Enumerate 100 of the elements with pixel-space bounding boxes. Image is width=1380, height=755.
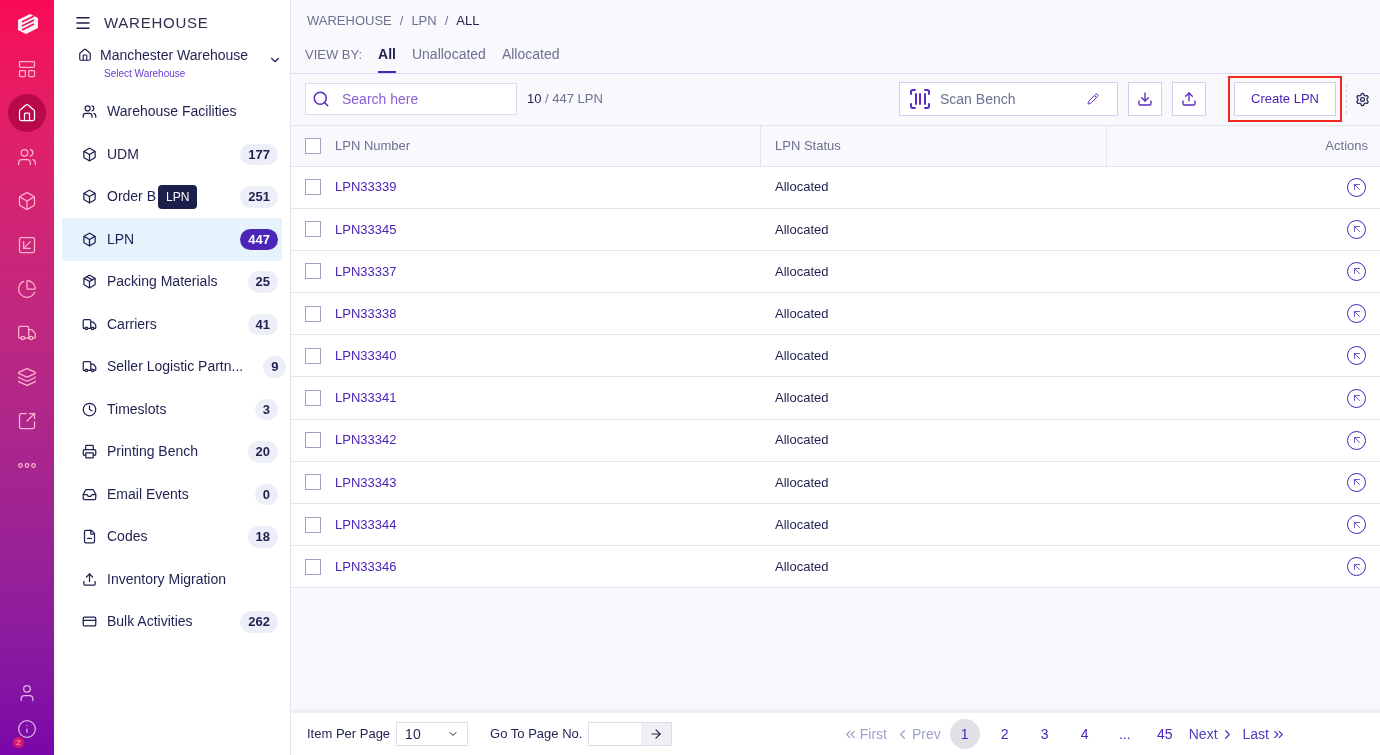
breadcrumb-item[interactable]: WAREHOUSE <box>307 11 392 31</box>
page-button[interactable]: 4 <box>1069 719 1100 749</box>
checkbox[interactable] <box>305 305 321 322</box>
settings-icon[interactable] <box>1355 91 1370 107</box>
page-button[interactable]: 2 <box>989 719 1020 749</box>
checkbox[interactable] <box>305 558 321 575</box>
search-input[interactable]: Search here <box>342 88 492 110</box>
count-badge: 447 <box>240 228 278 250</box>
nav-item[interactable]: Warehouse Facilities <box>62 90 282 133</box>
count-badge: 3 <box>254 398 278 420</box>
upload-icon <box>82 571 97 587</box>
nav-item[interactable]: Timeslots 3 <box>62 388 282 431</box>
goto-label: Go To Page No. <box>490 725 583 744</box>
more-icon <box>18 462 36 468</box>
status-cell-text: Allocated <box>775 473 829 492</box>
view-tab[interactable]: Allocated <box>501 43 560 73</box>
breadcrumb-item[interactable]: LPN <box>411 11 437 31</box>
nav-item[interactable]: Email Events 0 <box>62 473 282 516</box>
count-badge: 18 <box>247 526 278 548</box>
lpn-link[interactable]: LPN33342 <box>335 430 397 450</box>
checkbox[interactable] <box>305 516 321 533</box>
column-header: Actions <box>1324 136 1369 155</box>
nav-item[interactable]: Order B LPN 251 <box>62 175 282 218</box>
status-cell-text: Allocated <box>775 431 829 450</box>
next-page-button[interactable]: Next <box>1188 723 1235 745</box>
last-page-button[interactable]: Last <box>1242 723 1286 745</box>
nav-item[interactable]: Packing Materials 25 <box>62 260 282 303</box>
go-button[interactable] <box>641 723 672 745</box>
info-icon <box>17 719 37 739</box>
lpn-link[interactable]: LPN33340 <box>335 346 397 366</box>
box-icon <box>17 191 37 211</box>
scan-bench-field[interactable]: Scan Bench <box>899 82 1118 116</box>
checkbox[interactable] <box>305 137 321 154</box>
barcode-icon <box>908 87 932 111</box>
breadcrumb-separator: / <box>444 12 449 30</box>
count-badge: 177 <box>240 143 278 165</box>
checkbox[interactable] <box>305 221 321 238</box>
page-button[interactable]: 1 <box>949 719 980 749</box>
count-badge: 251 <box>240 186 278 208</box>
lpn-link[interactable]: LPN33345 <box>335 219 397 240</box>
total-count: / 447 LPN <box>545 91 603 107</box>
search-field[interactable]: Search here <box>305 83 517 115</box>
page-button[interactable]: 45 <box>1149 719 1180 749</box>
clock-icon <box>82 401 97 417</box>
count-badge: 0 <box>254 483 278 505</box>
per-page-label: Item Per Page <box>307 725 391 744</box>
count-badge: 262 <box>240 611 278 633</box>
nav-item[interactable]: LPN 447 <box>62 218 282 261</box>
rail-button[interactable] <box>17 719 37 739</box>
checkbox[interactable] <box>305 474 321 491</box>
page-button[interactable]: ... <box>1109 719 1140 749</box>
home-icon <box>78 47 92 62</box>
warehouse-name: Manchester Warehouse <box>100 45 250 65</box>
lpn-link[interactable]: LPN33337 <box>335 261 397 282</box>
tooltip: LPN <box>158 184 198 209</box>
nav-item[interactable]: Printing Bench 20 <box>62 430 282 473</box>
pencil-icon <box>1087 93 1099 105</box>
arrow-square-icon <box>17 235 37 255</box>
checkbox[interactable] <box>305 390 321 407</box>
nav-item[interactable]: UDM 177 <box>62 133 282 176</box>
layers-icon <box>17 367 37 387</box>
lpn-link[interactable]: LPN33341 <box>335 388 397 408</box>
lpn-link[interactable]: LPN33339 <box>335 177 397 197</box>
nav-item[interactable]: Bulk Activities 262 <box>62 600 282 643</box>
status-cell-text: Allocated <box>775 389 829 408</box>
upload-button[interactable] <box>1172 82 1206 116</box>
view-tab[interactable]: Unallocated <box>411 43 486 73</box>
nav-item[interactable]: Codes 18 <box>62 515 282 558</box>
external-link-icon <box>17 411 37 431</box>
breadcrumb-item: ALL <box>456 12 480 30</box>
lpn-link[interactable]: LPN33344 <box>335 514 397 535</box>
nav-item[interactable]: Carriers 41 <box>62 303 282 346</box>
download-button[interactable] <box>1128 82 1162 116</box>
inbox-icon <box>82 486 97 502</box>
lpn-link[interactable]: LPN33338 <box>335 303 397 324</box>
checkbox[interactable] <box>305 263 321 280</box>
truck-icon <box>17 323 37 343</box>
status-cell-text: Allocated <box>775 558 829 577</box>
box-icon <box>82 146 97 162</box>
per-page-select[interactable]: 10 <box>396 722 469 746</box>
view-tab[interactable]: All <box>378 43 396 73</box>
page-button[interactable]: 3 <box>1029 719 1060 749</box>
nav-item[interactable]: Inventory Migration <box>62 558 282 601</box>
checkbox[interactable] <box>305 432 321 449</box>
package-icon <box>82 274 97 290</box>
users-icon <box>17 147 37 167</box>
lpn-link[interactable]: LPN33346 <box>335 557 397 577</box>
column-title: LPN Number <box>335 136 411 155</box>
rail-button[interactable] <box>8 94 46 132</box>
checkbox[interactable] <box>305 347 321 364</box>
status-cell-text: Allocated <box>775 347 829 366</box>
create-lpn-button[interactable]: Create LPN <box>1234 82 1336 116</box>
status-cell-text: Allocated <box>775 220 829 239</box>
lpn-link[interactable]: LPN33343 <box>335 472 397 493</box>
box-icon <box>82 189 97 205</box>
search-icon <box>312 90 330 108</box>
page-number-field[interactable] <box>588 722 673 746</box>
section-title: WAREHOUSE <box>104 13 209 33</box>
warehouse-selector[interactable]: Manchester Warehouse Select Warehouse <box>54 44 290 81</box>
checkbox[interactable] <box>305 179 321 196</box>
